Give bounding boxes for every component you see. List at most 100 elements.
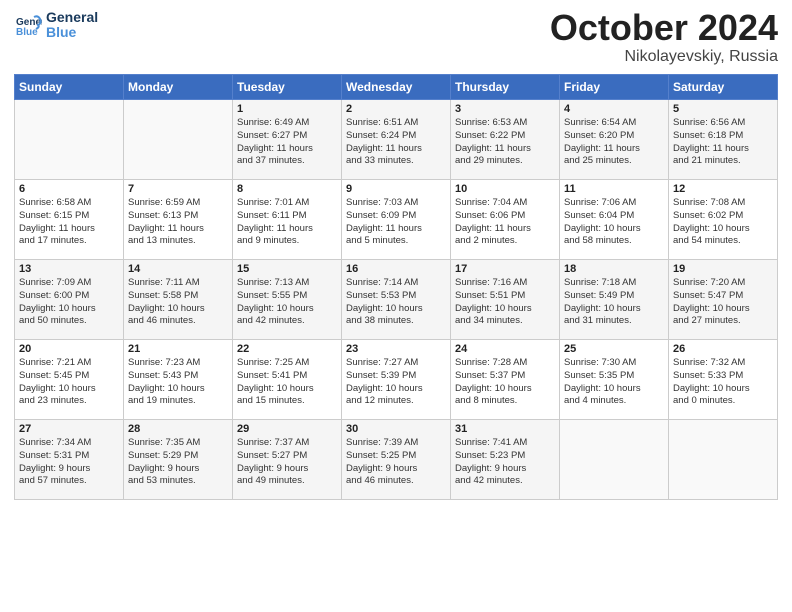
calendar-table: Sunday Monday Tuesday Wednesday Thursday… xyxy=(14,74,778,500)
calendar-cell: 28Sunrise: 7:35 AM Sunset: 5:29 PM Dayli… xyxy=(124,420,233,500)
day-content: Sunrise: 7:01 AM Sunset: 6:11 PM Dayligh… xyxy=(237,197,337,248)
calendar-cell: 1 Sunrise: 6:49 AM Sunset: 6:27 PM Daylig… xyxy=(233,100,342,180)
calendar-cell: 19 Sunrise: 7:20 AM Sunset: 5:47 PM Dayli… xyxy=(669,260,778,340)
day-number: 1 xyxy=(237,103,337,115)
day-number: 27 xyxy=(19,423,119,435)
calendar-cell: 24 Sunrise: 7:28 AM Sunset: 5:37 PM Dayli… xyxy=(451,340,560,420)
day-content: Sunrise: 6:53 AM Sunset: 6:22 PM Dayligh… xyxy=(455,117,555,168)
day-content: Sunrise: 7:37 AM Sunset: 5:27 PM Dayligh… xyxy=(237,437,337,488)
day-content: Sunrise: 7:27 AM Sunset: 5:39 PM Dayligh… xyxy=(346,357,446,408)
day-number: 30 xyxy=(346,423,446,435)
day-number: 4 xyxy=(564,103,664,115)
header-friday: Friday xyxy=(560,75,669,100)
day-content: Sunrise: 7:28 AM Sunset: 5:37 PM Dayligh… xyxy=(455,357,555,408)
calendar-cell: 8 Sunrise: 7:01 AM Sunset: 6:11 PM Daylig… xyxy=(233,180,342,260)
calendar-cell: 12Sunrise: 7:08 AM Sunset: 6:02 PM Dayli… xyxy=(669,180,778,260)
logo-general: General xyxy=(46,10,98,25)
calendar-week-2: 6 Sunrise: 6:58 AM Sunset: 6:15 PM Daylig… xyxy=(15,180,778,260)
day-number: 9 xyxy=(346,183,446,195)
day-content: Sunrise: 7:32 AM Sunset: 5:33 PM Dayligh… xyxy=(673,357,773,408)
calendar-cell: 11 Sunrise: 7:06 AM Sunset: 6:04 PM Dayli… xyxy=(560,180,669,260)
logo-icon: General Blue xyxy=(14,11,42,39)
calendar-week-4: 20Sunrise: 7:21 AM Sunset: 5:45 PM Dayli… xyxy=(15,340,778,420)
calendar-week-3: 13 Sunrise: 7:09 AM Sunset: 6:00 PM Dayli… xyxy=(15,260,778,340)
calendar-cell xyxy=(15,100,124,180)
day-number: 7 xyxy=(128,183,228,195)
day-number: 23 xyxy=(346,343,446,355)
day-content: Sunrise: 7:35 AM Sunset: 5:29 PM Dayligh… xyxy=(128,437,228,488)
calendar-cell: 3Sunrise: 6:53 AM Sunset: 6:22 PM Daylig… xyxy=(451,100,560,180)
calendar-cell: 15 Sunrise: 7:13 AM Sunset: 5:55 PM Dayli… xyxy=(233,260,342,340)
day-number: 8 xyxy=(237,183,337,195)
day-content: Sunrise: 7:09 AM Sunset: 6:00 PM Dayligh… xyxy=(19,277,119,328)
day-number: 10 xyxy=(455,183,555,195)
header-sunday: Sunday xyxy=(15,75,124,100)
calendar-cell xyxy=(669,420,778,500)
calendar-cell: 20Sunrise: 7:21 AM Sunset: 5:45 PM Dayli… xyxy=(15,340,124,420)
day-content: Sunrise: 7:39 AM Sunset: 5:25 PM Dayligh… xyxy=(346,437,446,488)
calendar-cell: 6 Sunrise: 6:58 AM Sunset: 6:15 PM Daylig… xyxy=(15,180,124,260)
calendar-cell: 23 Sunrise: 7:27 AM Sunset: 5:39 PM Dayli… xyxy=(342,340,451,420)
day-number: 19 xyxy=(673,263,773,275)
day-content: Sunrise: 6:56 AM Sunset: 6:18 PM Dayligh… xyxy=(673,117,773,168)
title-block: October 2024 Nikolayevskiy, Russia xyxy=(550,10,778,66)
day-number: 21 xyxy=(128,343,228,355)
logo: General Blue General Blue xyxy=(14,10,98,41)
day-number: 14 xyxy=(128,263,228,275)
day-number: 26 xyxy=(673,343,773,355)
header-row: Sunday Monday Tuesday Wednesday Thursday… xyxy=(15,75,778,100)
calendar-cell: 25Sunrise: 7:30 AM Sunset: 5:35 PM Dayli… xyxy=(560,340,669,420)
day-number: 13 xyxy=(19,263,119,275)
day-content: Sunrise: 7:25 AM Sunset: 5:41 PM Dayligh… xyxy=(237,357,337,408)
day-content: Sunrise: 6:54 AM Sunset: 6:20 PM Dayligh… xyxy=(564,117,664,168)
day-content: Sunrise: 6:49 AM Sunset: 6:27 PM Dayligh… xyxy=(237,117,337,168)
day-content: Sunrise: 7:16 AM Sunset: 5:51 PM Dayligh… xyxy=(455,277,555,328)
day-content: Sunrise: 6:59 AM Sunset: 6:13 PM Dayligh… xyxy=(128,197,228,248)
svg-text:Blue: Blue xyxy=(16,27,38,38)
day-number: 25 xyxy=(564,343,664,355)
day-number: 5 xyxy=(673,103,773,115)
calendar-page: General Blue General Blue October 2024 N… xyxy=(0,0,792,612)
day-content: Sunrise: 7:41 AM Sunset: 5:23 PM Dayligh… xyxy=(455,437,555,488)
location: Nikolayevskiy, Russia xyxy=(550,48,778,66)
day-number: 2 xyxy=(346,103,446,115)
day-number: 22 xyxy=(237,343,337,355)
calendar-cell: 17Sunrise: 7:16 AM Sunset: 5:51 PM Dayli… xyxy=(451,260,560,340)
calendar-cell: 7 Sunrise: 6:59 AM Sunset: 6:13 PM Daylig… xyxy=(124,180,233,260)
calendar-cell: 30 Sunrise: 7:39 AM Sunset: 5:25 PM Dayli… xyxy=(342,420,451,500)
day-content: Sunrise: 6:58 AM Sunset: 6:15 PM Dayligh… xyxy=(19,197,119,248)
day-content: Sunrise: 7:23 AM Sunset: 5:43 PM Dayligh… xyxy=(128,357,228,408)
calendar-cell: 26 Sunrise: 7:32 AM Sunset: 5:33 PM Dayli… xyxy=(669,340,778,420)
day-content: Sunrise: 7:20 AM Sunset: 5:47 PM Dayligh… xyxy=(673,277,773,328)
day-content: Sunrise: 7:21 AM Sunset: 5:45 PM Dayligh… xyxy=(19,357,119,408)
calendar-cell: 21 Sunrise: 7:23 AM Sunset: 5:43 PM Dayli… xyxy=(124,340,233,420)
day-number: 29 xyxy=(237,423,337,435)
day-number: 6 xyxy=(19,183,119,195)
day-content: Sunrise: 7:13 AM Sunset: 5:55 PM Dayligh… xyxy=(237,277,337,328)
day-number: 31 xyxy=(455,423,555,435)
day-content: Sunrise: 7:08 AM Sunset: 6:02 PM Dayligh… xyxy=(673,197,773,248)
calendar-cell: 22 Sunrise: 7:25 AM Sunset: 5:41 PM Dayli… xyxy=(233,340,342,420)
day-number: 16 xyxy=(346,263,446,275)
day-number: 24 xyxy=(455,343,555,355)
day-content: Sunrise: 7:34 AM Sunset: 5:31 PM Dayligh… xyxy=(19,437,119,488)
calendar-cell xyxy=(124,100,233,180)
day-content: Sunrise: 6:51 AM Sunset: 6:24 PM Dayligh… xyxy=(346,117,446,168)
calendar-cell: 29 Sunrise: 7:37 AM Sunset: 5:27 PM Dayli… xyxy=(233,420,342,500)
header: General Blue General Blue October 2024 N… xyxy=(14,10,778,66)
calendar-cell: 2 Sunrise: 6:51 AM Sunset: 6:24 PM Daylig… xyxy=(342,100,451,180)
calendar-cell: 16Sunrise: 7:14 AM Sunset: 5:53 PM Dayli… xyxy=(342,260,451,340)
day-content: Sunrise: 7:04 AM Sunset: 6:06 PM Dayligh… xyxy=(455,197,555,248)
day-content: Sunrise: 7:11 AM Sunset: 5:58 PM Dayligh… xyxy=(128,277,228,328)
calendar-cell: 13 Sunrise: 7:09 AM Sunset: 6:00 PM Dayli… xyxy=(15,260,124,340)
header-thursday: Thursday xyxy=(451,75,560,100)
calendar-body: 1 Sunrise: 6:49 AM Sunset: 6:27 PM Daylig… xyxy=(15,100,778,500)
calendar-cell: 9Sunrise: 7:03 AM Sunset: 6:09 PM Daylig… xyxy=(342,180,451,260)
calendar-cell: 18Sunrise: 7:18 AM Sunset: 5:49 PM Dayli… xyxy=(560,260,669,340)
header-monday: Monday xyxy=(124,75,233,100)
header-tuesday: Tuesday xyxy=(233,75,342,100)
day-number: 11 xyxy=(564,183,664,195)
day-number: 15 xyxy=(237,263,337,275)
calendar-cell: 4 Sunrise: 6:54 AM Sunset: 6:20 PM Daylig… xyxy=(560,100,669,180)
day-content: Sunrise: 7:06 AM Sunset: 6:04 PM Dayligh… xyxy=(564,197,664,248)
